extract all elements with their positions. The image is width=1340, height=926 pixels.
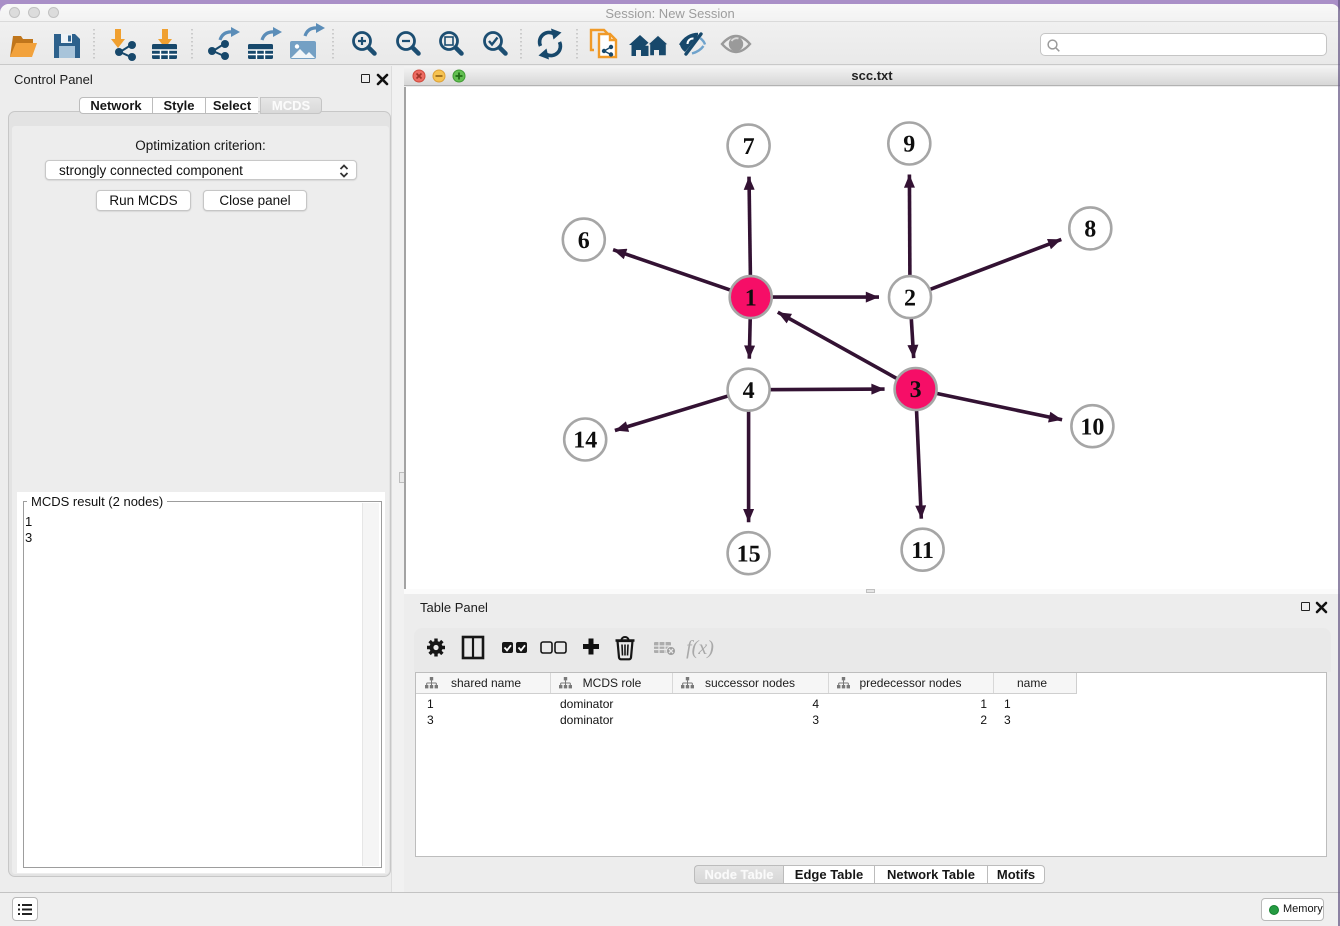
- svg-text:9: 9: [903, 132, 915, 158]
- svg-text:1: 1: [745, 285, 757, 311]
- svg-text:10: 10: [1080, 414, 1104, 440]
- svg-text:3: 3: [910, 377, 922, 403]
- svg-text:f(x): f(x): [686, 637, 714, 659]
- svg-text:2: 2: [904, 285, 916, 311]
- svg-text:8: 8: [1084, 217, 1096, 243]
- svg-text:14: 14: [573, 428, 597, 454]
- svg-text:11: 11: [911, 538, 934, 564]
- svg-text:7: 7: [743, 134, 755, 160]
- svg-text:6: 6: [578, 228, 590, 254]
- svg-text:15: 15: [737, 541, 761, 567]
- svg-text:4: 4: [743, 378, 755, 404]
